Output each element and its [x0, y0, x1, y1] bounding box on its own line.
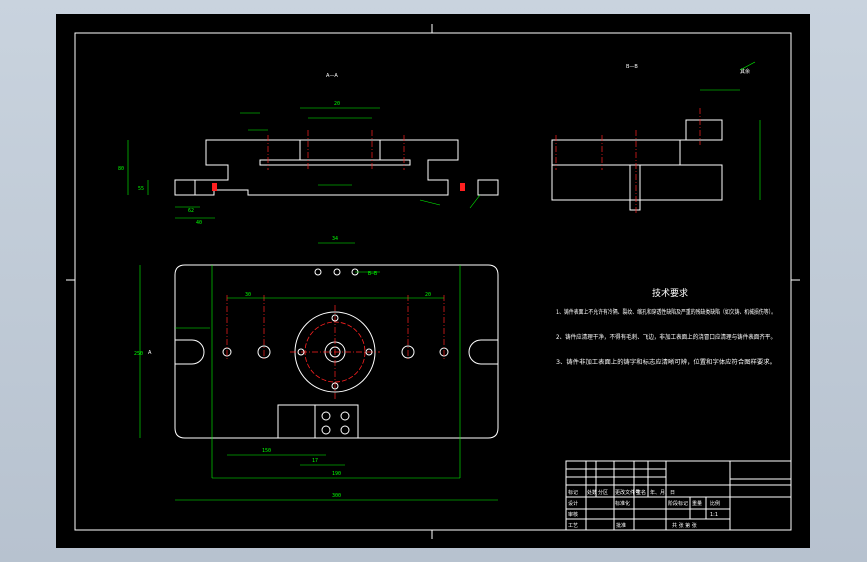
- svg-text:处数: 处数: [587, 489, 597, 496]
- svg-text:20: 20: [334, 101, 340, 107]
- svg-text:审核: 审核: [568, 511, 578, 518]
- svg-text:62: 62: [188, 208, 194, 214]
- section-b-view: [551, 61, 761, 215]
- svg-text:比例: 比例: [710, 500, 720, 507]
- svg-text:190: 190: [332, 471, 341, 477]
- svg-text:共 张 第 张: 共 张 第 张: [672, 522, 697, 529]
- svg-text:设计: 设计: [568, 500, 578, 507]
- svg-text:标准化: 标准化: [615, 500, 630, 507]
- svg-text:批准: 批准: [616, 522, 626, 529]
- cad-drawing[interactable]: A—A 80 55 40 62 20 B—B 其余 250 300 190 15…: [0, 0, 867, 562]
- svg-text:150: 150: [262, 448, 271, 454]
- svg-text:20: 20: [425, 292, 431, 298]
- title-block: 标记 处数 分区 更改文件号 签名 年、月、日 设计 标准化 审核 工艺 批准 …: [565, 460, 792, 531]
- tech-req-2: 2、铸件应清理干净，不得有毛刺、飞边，非加工表面上的浇冒口应清理与铸件表面齐平。: [556, 333, 776, 341]
- svg-text:分区: 分区: [598, 489, 608, 496]
- drawing-border: [74, 32, 792, 531]
- svg-text:17: 17: [312, 458, 318, 464]
- svg-text:签名: 签名: [636, 489, 646, 496]
- svg-text:工艺: 工艺: [568, 523, 578, 529]
- section-a-label: A—A: [326, 73, 338, 79]
- svg-text:1:1: 1:1: [710, 512, 718, 518]
- plan-section-a: A: [148, 350, 152, 356]
- plan-view: 250 300 190 150 30 20 17 34 A B—B: [134, 236, 499, 501]
- svg-text:34: 34: [332, 236, 338, 242]
- svg-text:250: 250: [134, 351, 143, 357]
- svg-text:55: 55: [138, 186, 144, 192]
- svg-text:B—B: B—B: [368, 271, 377, 277]
- tech-req-1: 1、铸件表面上不允许有冷隔、裂纹、缩孔和穿透性缺陷及严重的残缺类缺陷（如欠铸、机…: [556, 308, 776, 316]
- section-b-label: B—B: [626, 64, 638, 70]
- svg-text:年、月、日: 年、月、日: [650, 489, 675, 496]
- svg-text:80: 80: [118, 166, 124, 172]
- svg-text:30: 30: [245, 292, 251, 298]
- svg-text:标记: 标记: [568, 489, 578, 496]
- svg-text:重量: 重量: [692, 500, 702, 507]
- svg-text:300: 300: [332, 493, 341, 499]
- tech-req-3: 3、铸件非加工表面上的铸字和标志应清晰可辨，位置和字体应符合图样要求。: [556, 358, 776, 366]
- svg-text:阶段标记: 阶段标记: [668, 500, 688, 507]
- tech-requirements-heading: 技术要求: [652, 287, 688, 299]
- section-a-view: 80 55 40 62 20: [118, 101, 499, 226]
- svg-text:40: 40: [196, 220, 202, 226]
